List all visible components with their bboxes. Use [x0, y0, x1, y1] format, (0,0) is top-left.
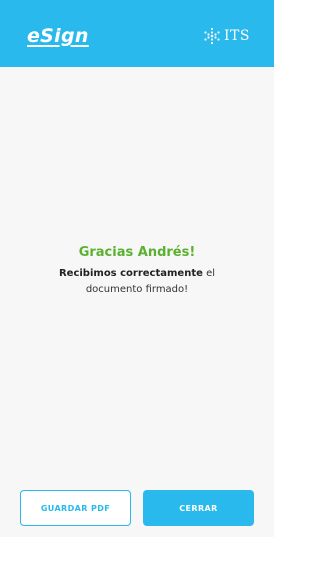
app-header: eSign ITS [0, 0, 274, 67]
its-brand: ITS [203, 27, 250, 45]
confirmation-content: Gracias Andrés! Recibimos correctamente … [0, 67, 274, 537]
app-screen: eSign ITS Gracias Andrés! Recibimos corr… [0, 0, 274, 570]
close-button[interactable]: CERRAR [143, 490, 254, 526]
bottom-spacer [0, 537, 274, 570]
thanks-heading: Gracias Andrés! [78, 245, 196, 260]
esign-logo: eSign [27, 25, 89, 47]
confirmation-message: Recibimos correctamente el documento fir… [32, 266, 242, 298]
confirmation-bold-text: Recibimos correctamente [58, 268, 203, 279]
its-brand-text: ITS [224, 28, 250, 44]
save-pdf-button[interactable]: GUARDAR PDF [20, 490, 131, 526]
its-logo-icon [204, 27, 220, 45]
